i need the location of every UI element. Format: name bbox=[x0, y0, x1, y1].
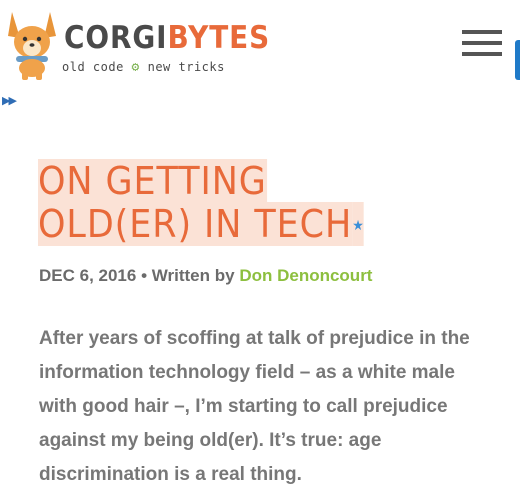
play-icon[interactable]: ▶▶ bbox=[2, 94, 17, 107]
menu-button[interactable] bbox=[462, 30, 502, 60]
post-title[interactable]: ON GETTING OLD(ER) IN TECH★ bbox=[38, 159, 424, 248]
post-date: DEC 6, 2016 bbox=[39, 266, 137, 285]
post-meta: DEC 6, 2016 • Written by Don Denoncourt bbox=[39, 266, 373, 285]
gear-icon: ⚙ bbox=[131, 60, 140, 75]
post-excerpt: After years of scoffing at talk of preju… bbox=[39, 328, 470, 485]
brand-name: CORGIBYTES bbox=[64, 20, 271, 56]
site-logo[interactable]: CORGIBYTES old code ⚙ new tricks bbox=[6, 8, 269, 80]
side-tab[interactable] bbox=[515, 40, 520, 80]
author-link[interactable]: Don Denoncourt bbox=[239, 266, 372, 285]
hamburger-icon bbox=[462, 30, 502, 34]
corgi-logo-icon bbox=[8, 12, 56, 80]
tagline: old code ⚙ new tricks bbox=[62, 60, 225, 75]
star-icon: ★ bbox=[352, 218, 364, 234]
written-by-label: Written by bbox=[151, 266, 235, 285]
